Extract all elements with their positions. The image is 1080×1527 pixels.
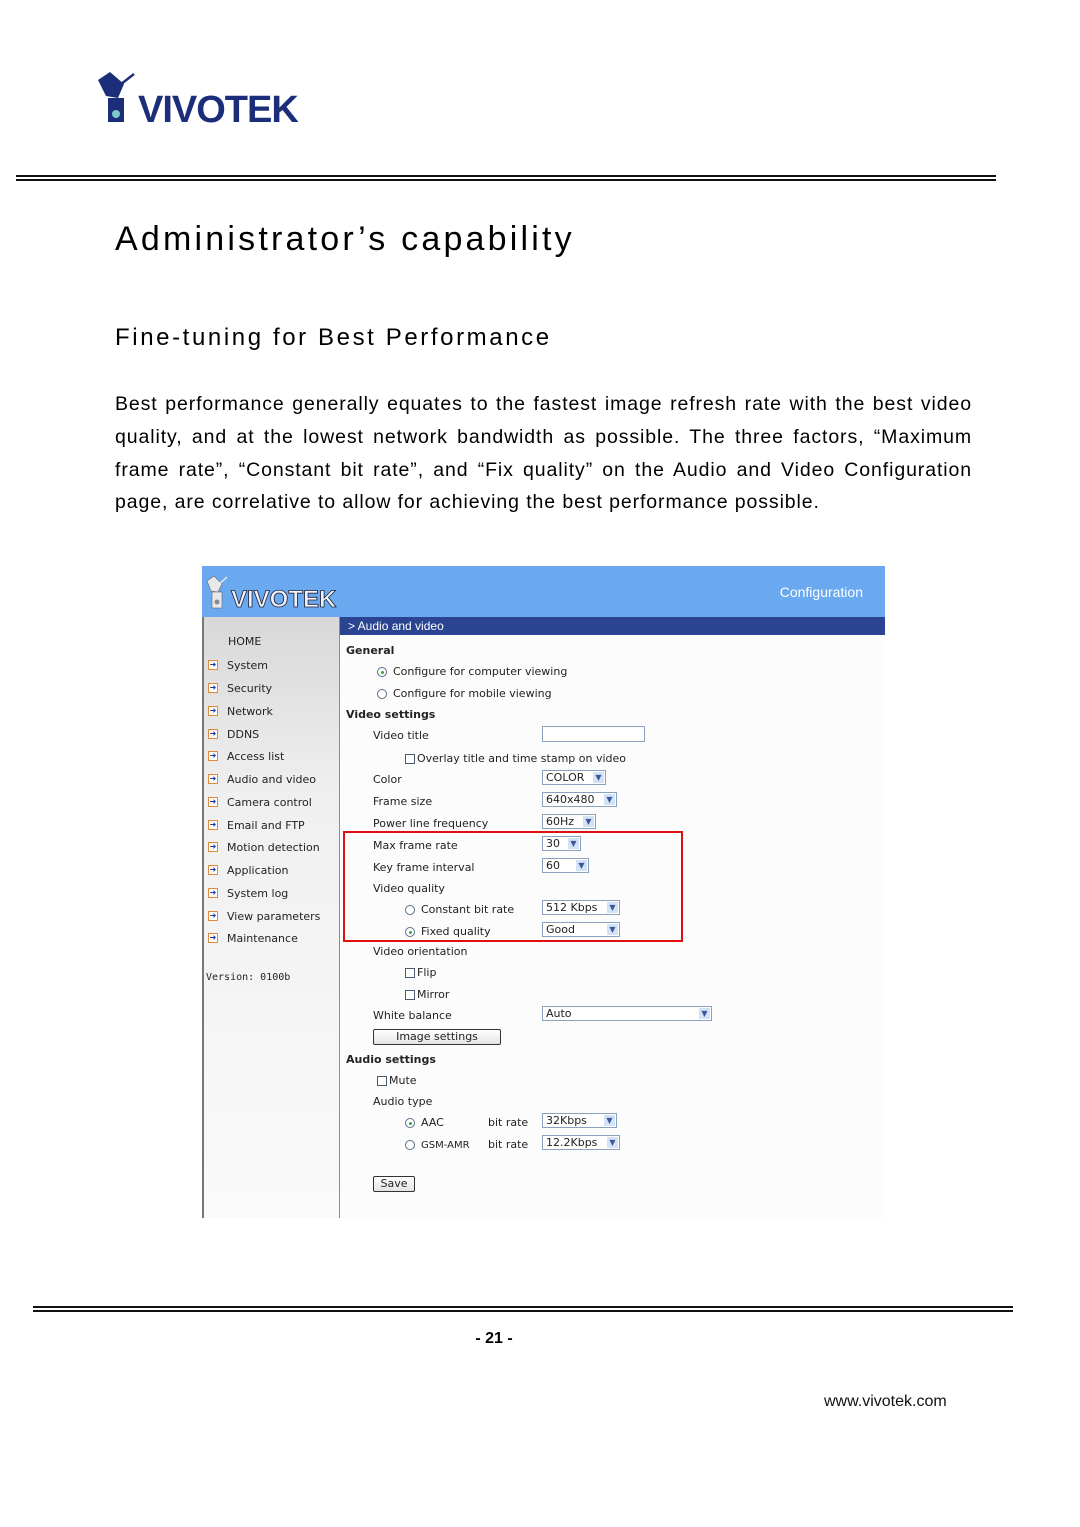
power-line-label: Power line frequency — [373, 817, 489, 830]
arrow-right-icon: ➜ — [208, 751, 218, 761]
chevron-down-icon: ▼ — [583, 816, 594, 827]
flip-checkbox[interactable]: Flip — [405, 966, 436, 979]
breadcrumb: > Audio and video — [340, 617, 885, 635]
frame-size-label: Frame size — [373, 795, 433, 808]
mobile-viewing-option[interactable]: Configure for mobile viewing — [377, 687, 552, 700]
arrow-right-icon: ➜ — [208, 729, 218, 739]
sidebar-item-network[interactable]: ➜ Network — [208, 703, 273, 719]
arrow-right-icon: ➜ — [208, 660, 218, 670]
sidebar-item-access-list[interactable]: ➜ Access list — [208, 748, 284, 764]
sidebar-item-system-log[interactable]: ➜ System log — [208, 885, 288, 901]
checkbox-icon[interactable] — [405, 968, 415, 978]
section-heading: Fine-tuning for Best Performance — [115, 324, 552, 351]
general-section-title: General — [346, 644, 395, 657]
highlight-box — [343, 831, 683, 942]
chevron-down-icon: ▼ — [604, 794, 615, 805]
overlay-checkbox[interactable]: Overlay title and time stamp on video — [405, 752, 626, 765]
video-orientation-label: Video orientation — [373, 945, 468, 958]
sidebar-item-ddns[interactable]: ➜ DDNS — [208, 726, 259, 742]
page-heading: Administrator’s capability — [115, 220, 575, 258]
radio-icon[interactable] — [405, 1140, 415, 1150]
sidebar-item-home[interactable]: HOME — [228, 635, 261, 648]
config-header: VIVOTEK Configuration — [202, 566, 885, 617]
arrow-right-icon: ➜ — [208, 888, 218, 898]
image-settings-button[interactable]: Image settings — [373, 1029, 501, 1045]
arrow-right-icon: ➜ — [208, 820, 218, 830]
gsm-amr-option[interactable]: GSM-AMR — [405, 1138, 470, 1151]
sidebar-item-email-ftp[interactable]: ➜ Email and FTP — [208, 817, 305, 833]
sidebar-item-application[interactable]: ➜ Application — [208, 862, 288, 878]
chevron-down-icon: ▼ — [607, 1137, 618, 1148]
power-line-select[interactable]: 60Hz ▼ — [542, 814, 596, 829]
arrow-right-icon: ➜ — [208, 774, 218, 784]
camera-logo-icon: VIVOTEK — [206, 575, 337, 613]
sidebar-item-view-parameters[interactable]: ➜ View parameters — [208, 908, 320, 924]
radio-icon[interactable] — [377, 689, 387, 699]
arrow-right-icon: ➜ — [208, 911, 218, 921]
audio-section-title: Audio settings — [346, 1053, 436, 1066]
radio-selected-icon[interactable] — [405, 1118, 415, 1128]
audio-type-label: Audio type — [373, 1095, 433, 1108]
frame-size-select[interactable]: 640x480 ▼ — [542, 792, 617, 807]
color-label: Color — [373, 773, 402, 786]
checkbox-icon[interactable] — [405, 754, 415, 764]
sidebar-item-security[interactable]: ➜ Security — [208, 680, 272, 696]
sidebar-item-camera-control[interactable]: ➜ Camera control — [208, 794, 312, 810]
page-number: - 21 - — [475, 1330, 513, 1347]
sidebar-item-motion-detection[interactable]: ➜ Motion detection — [208, 839, 320, 855]
vivotek-logo: VIVOTEK — [96, 70, 331, 131]
website-url: www.vivotek.com — [824, 1393, 947, 1410]
config-title: Configuration — [779, 584, 863, 600]
arrow-right-icon: ➜ — [208, 797, 218, 807]
chevron-down-icon: ▼ — [593, 772, 604, 783]
white-balance-label: White balance — [373, 1009, 452, 1022]
arrow-right-icon: ➜ — [208, 933, 218, 943]
arrow-right-icon: ➜ — [208, 706, 218, 716]
config-logo: VIVOTEK — [205, 575, 345, 614]
svg-text:VIVOTEK: VIVOTEK — [138, 89, 299, 128]
chevron-down-icon: ▼ — [604, 1115, 615, 1126]
sidebar-item-system[interactable]: ➜ System — [208, 657, 268, 673]
save-button[interactable]: Save — [373, 1176, 415, 1192]
checkbox-icon[interactable] — [377, 1076, 387, 1086]
mute-checkbox[interactable]: Mute — [377, 1074, 417, 1087]
video-section-title: Video settings — [346, 708, 436, 721]
gsm-bitrate-select[interactable]: 12.2Kbps ▼ — [542, 1135, 620, 1150]
sidebar-item-audio-video[interactable]: ➜ Audio and video — [208, 771, 316, 787]
color-select[interactable]: COLOR ▼ — [542, 770, 606, 785]
version-label: Version: 0100b — [206, 972, 291, 983]
mirror-checkbox[interactable]: Mirror — [405, 988, 449, 1001]
aac-bitrate-label: bit rate — [488, 1116, 529, 1129]
checkbox-icon[interactable] — [405, 990, 415, 1000]
arrow-right-icon: ➜ — [208, 842, 218, 852]
sidebar-nav: HOME ➜ System ➜ Security ➜ Network ➜ DDNS ➜ A… — [202, 617, 339, 1218]
video-title-label: Video title — [373, 729, 429, 742]
gsm-bitrate-label: bit rate — [488, 1138, 529, 1151]
video-title-input[interactable] — [542, 726, 645, 742]
sidebar-item-maintenance[interactable]: ➜ Maintenance — [208, 930, 298, 946]
radio-selected-icon[interactable] — [377, 667, 387, 677]
chevron-down-icon: ▼ — [699, 1008, 710, 1019]
footer-rule — [33, 1306, 1013, 1313]
aac-option[interactable]: AAC — [405, 1116, 444, 1129]
body-paragraph: Best performance generally equates to th… — [115, 393, 972, 514]
svg-text:VIVOTEK: VIVOTEK — [231, 586, 337, 611]
computer-viewing-option[interactable]: Configure for computer viewing — [377, 665, 567, 678]
aac-bitrate-select[interactable]: 32Kbps ▼ — [542, 1113, 617, 1128]
arrow-right-icon: ➜ — [208, 683, 218, 693]
white-balance-select[interactable]: Auto ▼ — [542, 1006, 712, 1021]
arrow-right-icon: ➜ — [208, 865, 218, 875]
camera-logo-icon: VIVOTEK — [98, 72, 300, 131]
header-rule — [16, 175, 996, 182]
